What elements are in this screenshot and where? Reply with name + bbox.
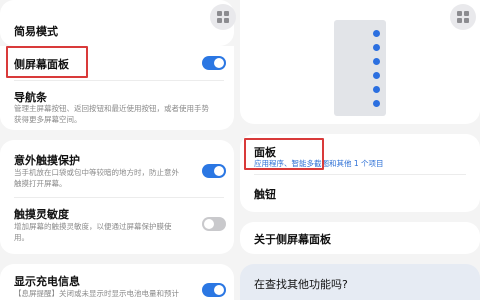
simple-mode-card[interactable]: 简易模式 <box>0 0 234 46</box>
looking-card[interactable]: 在查找其他功能吗? <box>240 264 480 300</box>
handle-row[interactable]: 触钮 <box>240 175 480 210</box>
accidental-touch-title: 意外触摸保护 <box>14 154 80 167</box>
touch-sensitivity-row[interactable]: 触摸灵敏度 增加屏幕的触摸灵敏度，以便通过屏幕保护膜使 用。 <box>0 198 234 252</box>
touch-sensitivity-toggle[interactable] <box>202 217 226 231</box>
panel-handle-dot <box>373 58 380 65</box>
panel-handle-dot <box>373 86 380 93</box>
accidental-touch-desc-line2: 触摸打开屏幕。 <box>14 179 67 188</box>
nav-bar-desc-line2: 获得更多屏幕空间。 <box>14 115 82 124</box>
handle-title: 触钮 <box>254 188 276 201</box>
nav-bar-row[interactable]: 导航条 管理主屏幕按钮、返回按钮和最近使用按钮，或者使用手势 获得更多屏幕空间。 <box>0 81 234 127</box>
panel-preview-card <box>240 0 480 124</box>
accidental-touch-toggle[interactable] <box>202 164 226 178</box>
accidental-touch-desc-line1: 当手机放在口袋或包中等较暗的地方时，防止意外 <box>14 168 179 177</box>
grid-icon[interactable] <box>210 4 236 30</box>
touch-settings-card: 意外触摸保护 当手机放在口袋或包中等较暗的地方时，防止意外 触摸打开屏幕。 触摸… <box>0 140 234 254</box>
edge-panels-highlight <box>6 46 88 78</box>
panel-handle-dot <box>373 72 380 79</box>
panel-handle-dot <box>373 100 380 107</box>
accidental-touch-row[interactable]: 意外触摸保护 当手机放在口袋或包中等较暗的地方时，防止意外 触摸打开屏幕。 <box>0 140 234 194</box>
panel-handle-dot <box>373 44 380 51</box>
panels-highlight <box>244 138 324 170</box>
nav-bar-desc-line1: 管理主屏幕按钮、返回按钮和最近使用按钮，或者使用手势 <box>14 104 209 113</box>
charging-info-card[interactable]: 显示充电信息 【息屏提醒】关闭或未显示时显示电池电量和预计 <box>0 264 234 300</box>
charging-info-desc-line1: 【息屏提醒】关闭或未显示时显示电池电量和预计 <box>14 289 179 298</box>
grid-icon[interactable] <box>450 4 476 30</box>
panel-handle-dot <box>373 30 380 37</box>
charging-info-title: 显示充电信息 <box>14 275 80 288</box>
simple-mode-title: 简易模式 <box>14 25 58 38</box>
looking-title: 在查找其他功能吗? <box>254 278 348 291</box>
touch-sensitivity-desc-line2: 用。 <box>14 233 29 242</box>
about-title: 关于侧屏幕面板 <box>254 233 331 246</box>
touch-sensitivity-desc-line1: 增加屏幕的触摸灵敏度，以便通过屏幕保护膜使 <box>14 222 172 231</box>
about-card[interactable]: 关于侧屏幕面板 <box>240 222 480 254</box>
touch-sensitivity-title: 触摸灵敏度 <box>14 208 69 221</box>
panel-preview-phone <box>334 20 386 116</box>
charging-info-toggle[interactable] <box>202 283 226 297</box>
edge-panels-toggle[interactable] <box>202 56 226 70</box>
